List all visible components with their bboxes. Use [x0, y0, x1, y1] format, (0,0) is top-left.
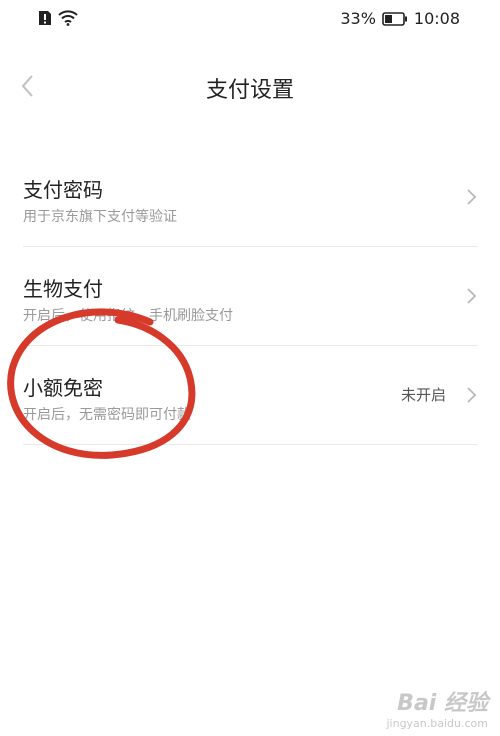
row-title: 小额免密: [23, 376, 103, 400]
battery-percent: 33%: [340, 9, 376, 28]
row-payment-password[interactable]: 支付密码 用于京东旗下支付等验证: [23, 148, 478, 247]
header: 支付设置: [0, 60, 500, 114]
row-description: 开启后，使用指纹、手机刷脸支付: [23, 308, 233, 324]
row-small-amount-password-free[interactable]: 小额免密 开启后，无需密码即可付款 未开启: [23, 346, 478, 445]
sim-alert-icon: [39, 11, 51, 25]
row-status-value: 未开启: [400, 386, 446, 404]
watermark: Bai 经验 jingyan.baidu.com: [386, 685, 488, 730]
chevron-right-icon: [467, 288, 477, 304]
chevron-right-icon: [467, 387, 477, 403]
row-biometric-payment[interactable]: 生物支付 开启后，使用指纹、手机刷脸支付: [23, 247, 478, 346]
watermark-url: jingyan.baidu.com: [386, 717, 488, 730]
row-description: 开启后，无需密码即可付款: [23, 407, 191, 423]
watermark-logo: Bai 经验: [397, 691, 488, 716]
row-title: 生物支付: [23, 277, 103, 301]
clock: 10:08: [413, 9, 460, 28]
wifi-icon: [58, 10, 78, 26]
settings-list: 支付密码 用于京东旗下支付等验证 生物支付 开启后，使用指纹、手机刷脸支付 小额…: [23, 148, 478, 445]
row-description: 用于京东旗下支付等验证: [23, 209, 177, 225]
chevron-right-icon: [467, 189, 477, 205]
battery-icon: [382, 11, 407, 26]
row-title: 支付密码: [23, 178, 103, 202]
page-title: 支付设置: [205, 78, 294, 103]
status-bar: 33% 10:08: [0, 0, 500, 38]
